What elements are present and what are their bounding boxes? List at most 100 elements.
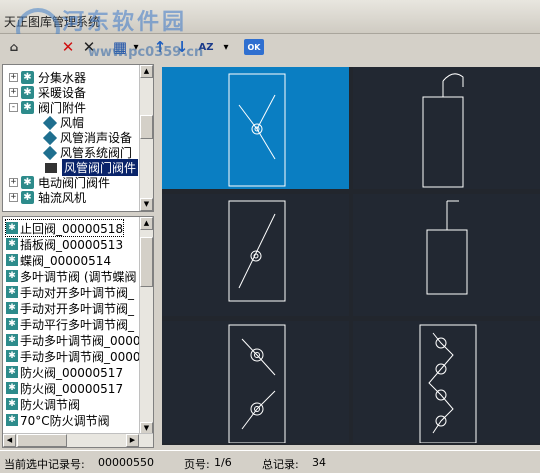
- item-icon: ✱: [6, 302, 18, 314]
- valve-drawing: [419, 324, 477, 443]
- watermark-url: www.pc0359.cn: [88, 45, 204, 60]
- tree-item[interactable]: + ✱ 轴流风机: [9, 190, 86, 205]
- scroll-up-icon[interactable]: ▲: [140, 65, 153, 78]
- ok-icon: OK: [247, 42, 261, 52]
- tree-connector: [33, 133, 42, 142]
- item-icon: ✱: [6, 334, 18, 346]
- thumbnail-butterfly-valve[interactable]: [162, 194, 349, 316]
- tree-item-selected[interactable]: 风管阀门阀件: [33, 159, 139, 176]
- scroll-right-icon[interactable]: ▶: [126, 434, 139, 447]
- leaf-node-icon: [42, 130, 58, 145]
- list-item[interactable]: ✱ 防火阀_00000517: [6, 364, 123, 380]
- thumbnail-check-valve[interactable]: [162, 67, 349, 189]
- chevron-down-icon: ▾: [223, 41, 229, 53]
- leaf-node-icon: [42, 145, 58, 160]
- tree-item[interactable]: + ✱ 电动阀门阀件: [9, 175, 110, 190]
- list-item[interactable]: ✱ 防火调节阀: [6, 396, 80, 412]
- list-item[interactable]: ✱ 手动对开多叶调节阀_: [6, 284, 134, 300]
- status-bar: 当前选中记录号: 00000550 页号: 1/6 总记录: 34: [0, 450, 540, 473]
- tree-connector: [33, 118, 42, 127]
- leaf-node-icon: [42, 115, 58, 130]
- thumbnail-insert-valve[interactable]: [353, 67, 540, 189]
- list-item[interactable]: ✱ 插板阀_00000513: [6, 236, 123, 252]
- list-item[interactable]: ✱ 多叶调节阀 (调节蝶阀: [6, 268, 137, 284]
- collapse-icon[interactable]: -: [9, 103, 18, 112]
- ok-button[interactable]: OK: [244, 39, 264, 55]
- tree-item[interactable]: 风帽: [33, 115, 84, 130]
- category-tree[interactable]: + ✱ 分集水器 + ✱ 采暖设备 - ✱ 阀门附件 风帽 风管消声设备 风管系…: [2, 64, 154, 212]
- folder-node-icon: ✱: [21, 176, 34, 189]
- list-item[interactable]: ✱ 止回阀_00000518: [4, 219, 125, 237]
- sort-dropdown-button[interactable]: ▾: [220, 37, 232, 57]
- preview-grid: [162, 67, 540, 445]
- list-item[interactable]: ✱ 70°C防火调节阀: [6, 412, 110, 428]
- record-label: 当前选中记录号:: [4, 458, 85, 471]
- thumbnail-opposed-blade-damper[interactable]: [353, 321, 540, 443]
- tree-item[interactable]: - ✱ 阀门附件: [9, 100, 86, 115]
- tree-vertical-scrollbar[interactable]: ▲ ▼: [139, 65, 153, 211]
- list-item[interactable]: ✱ 手动对开多叶调节阀_: [6, 300, 134, 316]
- item-icon: ✱: [6, 382, 18, 394]
- list-item[interactable]: ✱ 手动多叶调节阀_0000: [6, 348, 141, 364]
- tree-item-label: 轴流风机: [38, 191, 87, 205]
- scroll-left-icon[interactable]: ◀: [3, 434, 16, 447]
- valve-drawing: [228, 73, 286, 187]
- valve-drawing: [426, 200, 468, 295]
- folder-node-icon: ✱: [21, 86, 34, 99]
- list-horizontal-scrollbar[interactable]: ◀ ▶: [3, 433, 153, 447]
- item-icon: ✱: [6, 270, 18, 282]
- list-item-label: 多叶调节阀 (调节蝶阀: [20, 269, 137, 284]
- folder-node-icon: ✱: [21, 101, 34, 114]
- list-item-label: 70°C防火调节阀: [20, 413, 110, 428]
- watermark-text: 河东软件园: [62, 10, 188, 35]
- tree-connector: [33, 148, 42, 157]
- tree-item[interactable]: 风管消声设备: [33, 130, 132, 145]
- tree-connector: [33, 163, 42, 172]
- thumbnail-multi-blade-damper[interactable]: [353, 194, 540, 316]
- list-vertical-scrollbar[interactable]: ▲ ▼: [139, 217, 153, 435]
- title-bar: 天正图库管理系统 河东软件园: [0, 0, 540, 52]
- scroll-down-icon[interactable]: ▼: [140, 198, 153, 211]
- total-label: 总记录:: [262, 458, 299, 471]
- list-item[interactable]: ✱ 蝶阀_00000514: [6, 252, 111, 268]
- list-item-label: 手动对开多叶调节阀_: [20, 285, 135, 300]
- scroll-thumb[interactable]: [17, 434, 67, 447]
- tree-item[interactable]: + ✱ 采暖设备: [9, 85, 86, 100]
- list-item-label: 手动对开多叶调节阀_: [20, 301, 135, 316]
- thumbnail-manual-damper[interactable]: [162, 321, 349, 443]
- list-item[interactable]: ✱ 手动多叶调节阀_0000: [6, 332, 141, 348]
- tree-item[interactable]: + ✱ 分集水器: [9, 70, 86, 85]
- item-icon: ✱: [6, 238, 18, 250]
- page-label: 页号:: [184, 458, 210, 471]
- expand-icon[interactable]: +: [9, 73, 18, 82]
- expand-icon[interactable]: +: [9, 178, 18, 187]
- total-value: 34: [312, 456, 326, 469]
- list-item[interactable]: ✱ 防火阀_00000517: [6, 380, 123, 396]
- tree-item[interactable]: 风管系统阀门: [33, 145, 132, 160]
- folder-node-icon: ✱: [21, 191, 34, 204]
- list-item[interactable]: ✱ 手动平行多叶调节阀_: [6, 316, 134, 332]
- valve-drawing: [422, 73, 464, 188]
- item-icon: ✱: [6, 254, 18, 266]
- list-item-label: 手动多叶调节阀_0000: [20, 333, 141, 348]
- expand-icon[interactable]: +: [9, 193, 18, 202]
- item-icon: ✱: [6, 318, 18, 330]
- item-icon: ✱: [6, 398, 18, 410]
- delete-button[interactable]: ✕: [58, 37, 78, 57]
- valve-drawing: [228, 200, 286, 302]
- list-item-label: 插板阀_00000513: [20, 237, 124, 252]
- scroll-up-icon[interactable]: ▲: [140, 217, 153, 230]
- valve-drawing: [228, 324, 286, 443]
- item-icon: ✱: [6, 222, 18, 234]
- item-icon: ✱: [6, 414, 18, 426]
- left-panel: + ✱ 分集水器 + ✱ 采暖设备 - ✱ 阀门附件 风帽 风管消声设备 风管系…: [0, 62, 157, 448]
- item-list[interactable]: ✱ 止回阀_00000518 ✱ 插板阀_00000513 ✱ 蝶阀_00000514…: [2, 216, 154, 448]
- item-icon: ✱: [6, 350, 18, 362]
- scroll-thumb[interactable]: [140, 237, 153, 287]
- list-item-label: 防火阀_00000517: [20, 365, 124, 380]
- expand-icon[interactable]: +: [9, 88, 18, 97]
- scroll-thumb[interactable]: [140, 115, 153, 139]
- home-button[interactable]: ⌂: [4, 37, 24, 57]
- toolbar: ⌂ ✕ ✕ ▦ ▾ ↑ ↓ AZ ▾ OK: [0, 34, 540, 60]
- record-value: 00000550: [98, 456, 154, 469]
